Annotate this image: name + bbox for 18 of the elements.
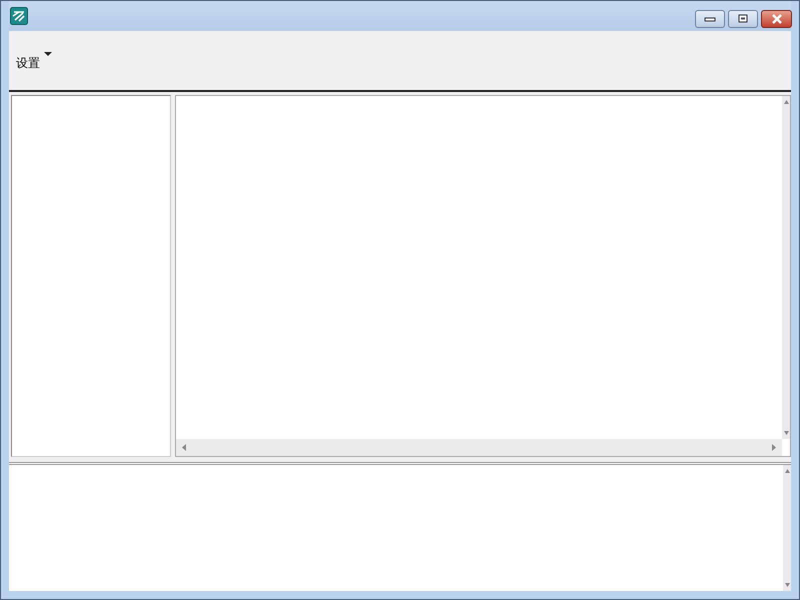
maximize-icon [737, 14, 749, 24]
scroll-up-icon[interactable] [784, 100, 788, 104]
scroll-up-icon[interactable] [784, 469, 790, 473]
horizontal-scrollbar[interactable] [176, 439, 782, 456]
maximize-button[interactable] [728, 10, 758, 28]
minimize-button[interactable] [695, 10, 725, 28]
vertical-scrollbar[interactable] [783, 465, 791, 591]
scroll-down-icon[interactable] [784, 431, 788, 435]
scroll-down-icon[interactable] [784, 583, 790, 587]
app-icon [10, 7, 28, 25]
vertical-scrollbar[interactable] [782, 96, 790, 439]
close-button[interactable] [761, 10, 792, 28]
settings-menu-button[interactable]: 设置 [14, 51, 54, 73]
caret-icon [44, 52, 52, 57]
scroll-left-icon[interactable] [182, 444, 186, 451]
close-icon [770, 14, 782, 24]
minimize-icon [704, 16, 716, 22]
scroll-right-icon[interactable] [772, 444, 776, 451]
